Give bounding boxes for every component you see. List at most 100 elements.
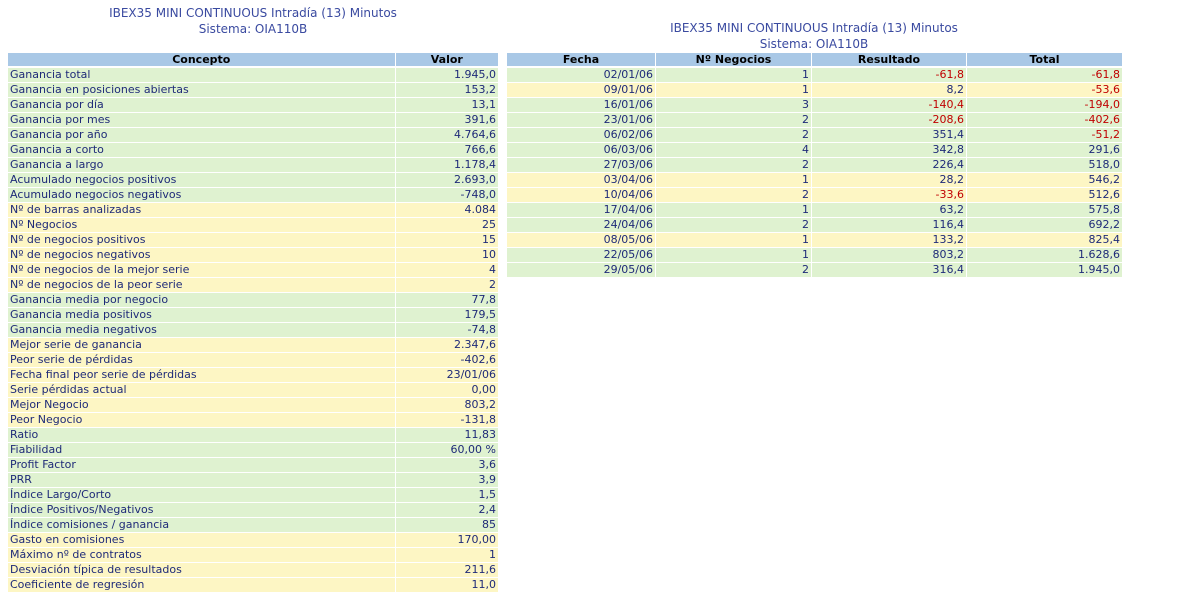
summary-row: Ganancia a corto 766,6 [8,143,498,158]
summary-row: Máximo nº de contratos 1 [8,548,498,563]
trade-row: 16/01/06 3 -140,4 -194,0 [507,98,1122,113]
valor-cell: 2,4 [395,503,498,518]
valor-cell: -131,8 [395,413,498,428]
right-report-subtitle: Sistema: OIA110B [759,37,869,51]
trade-row: 08/05/06 1 133,2 825,4 [507,233,1122,248]
valor-cell: 4 [395,263,498,278]
trade-row: 17/04/06 1 63,2 575,8 [507,203,1122,218]
fecha-cell: 09/01/06 [507,83,655,98]
concepto-cell: Ganancia media por negocio [8,293,395,308]
concepto-cell: Ganancia a corto [8,143,395,158]
concepto-cell: Peor Negocio [8,413,395,428]
fecha-cell: 03/04/06 [507,173,655,188]
valor-cell: 4.764,6 [395,128,498,143]
summary-row: Desviación típica de resultados 211,6 [8,563,498,578]
total-cell: 825,4 [967,233,1122,248]
valor-cell: -74,8 [395,323,498,338]
concepto-cell: Nº de negocios positivos [8,233,395,248]
resultado-cell: -61,8 [812,68,966,83]
concepto-cell: Ganancia a largo [8,158,395,173]
concepto-cell: Nº de negocios de la peor serie [8,278,395,293]
fecha-cell: 24/04/06 [507,218,655,233]
concepto-cell: Ganancia por día [8,98,395,113]
valor-cell: 25 [395,218,498,233]
fecha-cell: 16/01/06 [507,98,655,113]
total-cell: -402,6 [967,113,1122,128]
trade-row: 23/01/06 2 -208,6 -402,6 [507,113,1122,128]
column-header-total: Total [967,53,1122,68]
resultado-cell: 133,2 [812,233,966,248]
concepto-cell: Acumulado negocios positivos [8,173,395,188]
resultado-cell: 342,8 [812,143,966,158]
summary-row: Ganancia por año 4.764,6 [8,128,498,143]
right-report-title: IBEX35 MINI CONTINUOUS Intradía (13) Min… [670,21,958,35]
valor-cell: 15 [395,233,498,248]
trade-row: 03/04/06 1 28,2 546,2 [507,173,1122,188]
valor-cell: 77,8 [395,293,498,308]
resultado-cell: -140,4 [812,98,966,113]
concepto-cell: Coeficiente de regresión [8,578,395,593]
total-cell: 512,6 [967,188,1122,203]
summary-row: Coeficiente de regresión 11,0 [8,578,498,593]
summary-row: Índice comisiones / ganancia 85 [8,518,498,533]
valor-cell: 11,83 [395,428,498,443]
valor-cell: 766,6 [395,143,498,158]
resultado-cell: 316,4 [812,263,966,278]
concepto-cell: Índice comisiones / ganancia [8,518,395,533]
right-report-header: IBEX35 MINI CONTINUOUS Intradía (13) Min… [507,20,1121,52]
summary-row: Profit Factor 3,6 [8,458,498,473]
left-report-subtitle: Sistema: OIA110B [198,22,308,36]
valor-cell: 1,5 [395,488,498,503]
valor-cell: 0,00 [395,383,498,398]
trade-row: 29/05/06 2 316,4 1.945,0 [507,263,1122,278]
fecha-cell: 06/03/06 [507,143,655,158]
negocios-cell: 2 [656,188,811,203]
resultado-cell: -208,6 [812,113,966,128]
trades-table-body: 02/01/06 1 -61,8 -61,8 09/01/06 1 8,2 -53,6 16/0… [507,68,1122,278]
summary-header-row: Concepto Valor [8,53,498,68]
summary-row: Ganancia media por negocio 77,8 [8,293,498,308]
total-cell: -51,2 [967,128,1122,143]
column-header-resultado: Resultado [812,53,966,68]
summary-row: Ganancia total 1.945,0 [8,68,498,83]
concepto-cell: Peor serie de pérdidas [8,353,395,368]
total-cell: 518,0 [967,158,1122,173]
negocios-cell: 1 [656,233,811,248]
summary-row: Acumulado negocios negativos -748,0 [8,188,498,203]
trade-row: 22/05/06 1 803,2 1.628,6 [507,248,1122,263]
concepto-cell: Nº de negocios negativos [8,248,395,263]
summary-row: PRR 3,9 [8,473,498,488]
valor-cell: 153,2 [395,83,498,98]
negocios-cell: 1 [656,68,811,83]
resultado-cell: 116,4 [812,218,966,233]
summary-row: Peor Negocio -131,8 [8,413,498,428]
valor-cell: 3,9 [395,473,498,488]
negocios-cell: 2 [656,158,811,173]
total-cell: 546,2 [967,173,1122,188]
valor-cell: -402,6 [395,353,498,368]
trade-row: 02/01/06 1 -61,8 -61,8 [507,68,1122,83]
summary-row: Ganancia por día 13,1 [8,98,498,113]
negocios-cell: 1 [656,248,811,263]
total-cell: 291,6 [967,143,1122,158]
negocios-cell: 2 [656,218,811,233]
summary-table: Concepto Valor Ganancia total 1.945,0 Gana… [7,53,499,593]
trades-table: Fecha Nº Negocios Resultado Total 02/01/… [506,53,1123,278]
summary-row: Índice Largo/Corto 1,5 [8,488,498,503]
summary-row: Nº de negocios positivos 15 [8,233,498,248]
summary-row: Nº de barras analizadas 4.084 [8,203,498,218]
valor-cell: 2.693,0 [395,173,498,188]
fecha-cell: 22/05/06 [507,248,655,263]
total-cell: -61,8 [967,68,1122,83]
summary-row: Nº de negocios negativos 10 [8,248,498,263]
concepto-cell: Máximo nº de contratos [8,548,395,563]
summary-row: Nº de negocios de la peor serie 2 [8,278,498,293]
trade-row: 10/04/06 2 -33,6 512,6 [507,188,1122,203]
summary-row: Serie pérdidas actual 0,00 [8,383,498,398]
resultado-cell: 226,4 [812,158,966,173]
column-header-negocios: Nº Negocios [656,53,811,68]
concepto-cell: Nº Negocios [8,218,395,233]
fecha-cell: 10/04/06 [507,188,655,203]
column-header-valor: Valor [395,53,498,68]
fecha-cell: 27/03/06 [507,158,655,173]
